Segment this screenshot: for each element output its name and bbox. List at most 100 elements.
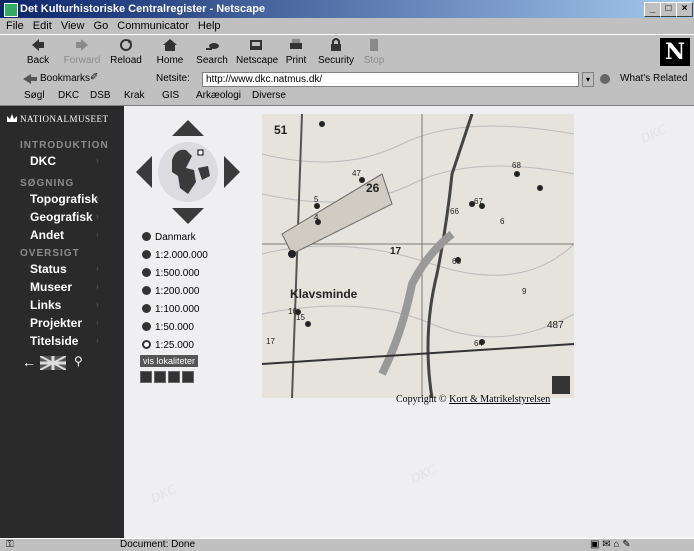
- personal-folder-gis[interactable]: GIS: [162, 90, 179, 101]
- chevron-right-icon: ›: [96, 212, 99, 221]
- chevron-right-icon: ›: [96, 156, 99, 165]
- personal-link-dkc[interactable]: DKC: [58, 90, 79, 101]
- pan-south-arrow[interactable]: [172, 208, 204, 224]
- copyright-link[interactable]: Kort & Matrikelstyrelsen: [449, 394, 550, 405]
- personal-folder-arkaeologi[interactable]: Arkæologi: [196, 90, 241, 101]
- security-label: Security: [317, 55, 355, 66]
- zoom-in-icon[interactable]: [140, 371, 152, 383]
- netsite-label: Netsite:: [156, 73, 190, 84]
- home-icon: [163, 39, 177, 51]
- search-icon: [206, 43, 219, 50]
- map-number: 47: [352, 169, 361, 178]
- component-bar-icons[interactable]: ▣ ✉ ⌂ ✎: [590, 539, 631, 550]
- netscape-label: Netscape: [236, 55, 279, 66]
- map-navigation-panel: Danmark 1:2.000.000 1:500.000 1:200.000 …: [124, 106, 264, 538]
- scale-option-1-50000[interactable]: 1:50.000: [142, 322, 194, 333]
- radio-dot: [142, 250, 151, 259]
- sidebar-item-andet[interactable]: Andet ›: [30, 228, 99, 242]
- netscape-app-icon: [4, 3, 18, 17]
- window-title: Det Kulturhistoriske Centralregister - N…: [20, 3, 266, 15]
- chevron-right-icon: ›: [96, 336, 99, 345]
- map-number: 15: [296, 313, 305, 322]
- menu-edit[interactable]: Edit: [33, 18, 52, 34]
- sidebar-item-titelside[interactable]: Titelside ›: [30, 334, 99, 348]
- stop-button[interactable]: Stop: [354, 37, 394, 66]
- scale-option-1-25000[interactable]: 1:25.000: [142, 340, 194, 351]
- personal-link-dsb[interactable]: DSB: [90, 90, 111, 101]
- back-button[interactable]: Back: [18, 37, 58, 66]
- minimize-button[interactable]: _: [644, 2, 661, 17]
- menu-file[interactable]: File: [6, 18, 24, 34]
- vis-lokaliteter-button[interactable]: vis lokaliteter: [140, 355, 199, 367]
- security-button[interactable]: Security: [316, 37, 356, 66]
- map-number: 9: [522, 287, 527, 296]
- chevron-right-icon: ›: [96, 282, 99, 291]
- back-arrow-icon[interactable]: ←: [22, 354, 36, 370]
- netscape-button[interactable]: Netscape: [236, 37, 279, 66]
- search-label: Search: [196, 55, 228, 66]
- radio-dot: [142, 268, 151, 277]
- radio-dot: [142, 286, 151, 295]
- menu-bar: File Edit View Go Communicator Help: [0, 18, 694, 34]
- sidebar-item-geografisk[interactable]: Geografisk ›: [30, 210, 99, 224]
- pan-north-arrow[interactable]: [172, 120, 204, 136]
- menu-communicator[interactable]: Communicator: [117, 18, 189, 34]
- personal-folder-diverse[interactable]: Diverse: [252, 90, 286, 101]
- forward-arrow-icon: [76, 39, 88, 51]
- scale-option-1-100000[interactable]: 1:100.000: [142, 304, 200, 315]
- page-content: DKC DKC DKC NATIONALMUSEET INTRODUKTION …: [0, 106, 694, 538]
- netscape-icon: [250, 40, 262, 50]
- map-place-label: Klavsminde: [290, 287, 358, 301]
- security-status-icon[interactable]: ⚿: [6, 539, 14, 550]
- scale-option-danmark[interactable]: Danmark: [142, 232, 196, 243]
- sidebar-item-topografisk[interactable]: Topografisk ›: [30, 192, 99, 206]
- maximize-button[interactable]: □: [660, 2, 677, 17]
- radio-dot: [142, 322, 151, 331]
- pan-west-arrow[interactable]: [136, 156, 152, 188]
- url-input[interactable]: http://www.dkc.natmus.dk/: [202, 72, 579, 87]
- personal-link-krak[interactable]: Krak: [124, 90, 145, 101]
- map-number: 5: [314, 195, 319, 204]
- url-dropdown-button[interactable]: ▾: [582, 72, 594, 87]
- nationalmuseet-logo[interactable]: NATIONALMUSEET: [20, 114, 109, 124]
- map-number: 67: [474, 197, 483, 206]
- print-icon: [290, 39, 302, 49]
- map-tools: [140, 371, 196, 386]
- forward-button[interactable]: Forward: [62, 37, 102, 66]
- reload-button[interactable]: Reload: [106, 37, 146, 66]
- sidebar-item-status[interactable]: Status ›: [30, 262, 99, 276]
- uk-flag-icon[interactable]: [40, 356, 66, 370]
- sidebar-item-links[interactable]: Links ›: [30, 298, 99, 312]
- navigation-toolbar: Back Forward Reload Home Search Netscape…: [0, 34, 694, 72]
- scale-option-1-2000000[interactable]: 1:2.000.000: [142, 250, 208, 261]
- info-tool-icon[interactable]: [182, 371, 194, 383]
- close-button[interactable]: ×: [676, 2, 693, 17]
- select-tool-icon[interactable]: [168, 371, 180, 383]
- netscape-n-logo[interactable]: N: [660, 38, 690, 66]
- map-number: 487: [547, 320, 564, 331]
- search-key-icon[interactable]: ⚲: [74, 354, 83, 368]
- zoom-out-icon[interactable]: [154, 371, 166, 383]
- sidebar-item-projekter[interactable]: Projekter ›: [30, 316, 99, 330]
- map-number: 51: [274, 123, 288, 137]
- reload-icon: [120, 39, 132, 51]
- topographic-map[interactable]: 51 47 26 17 5 4 66 67 68 65 16 15 64 17 …: [262, 114, 574, 398]
- menu-go[interactable]: Go: [94, 18, 109, 34]
- map-number: 26: [366, 181, 380, 195]
- section-oversigt: OVERSIGT: [20, 248, 80, 259]
- pan-east-arrow[interactable]: [224, 156, 240, 188]
- sidebar-item-dkc[interactable]: DKC ›: [30, 154, 99, 168]
- sidebar-item-museer[interactable]: Museer ›: [30, 280, 99, 294]
- scale-option-1-200000[interactable]: 1:200.000: [142, 286, 200, 297]
- menu-view[interactable]: View: [61, 18, 85, 34]
- menu-help[interactable]: Help: [198, 18, 221, 34]
- print-button[interactable]: Print: [276, 37, 316, 66]
- home-button[interactable]: Home: [150, 37, 190, 66]
- scale-option-1-500000[interactable]: 1:500.000: [142, 268, 200, 279]
- status-text: Document: Done: [120, 539, 196, 550]
- personal-link-sogl[interactable]: Søgl: [24, 90, 45, 101]
- bookmarks-button[interactable]: Bookmarks: [40, 73, 90, 84]
- reload-label: Reload: [110, 55, 142, 66]
- whats-related-button[interactable]: What's Related: [620, 73, 688, 84]
- search-button[interactable]: Search: [192, 37, 232, 66]
